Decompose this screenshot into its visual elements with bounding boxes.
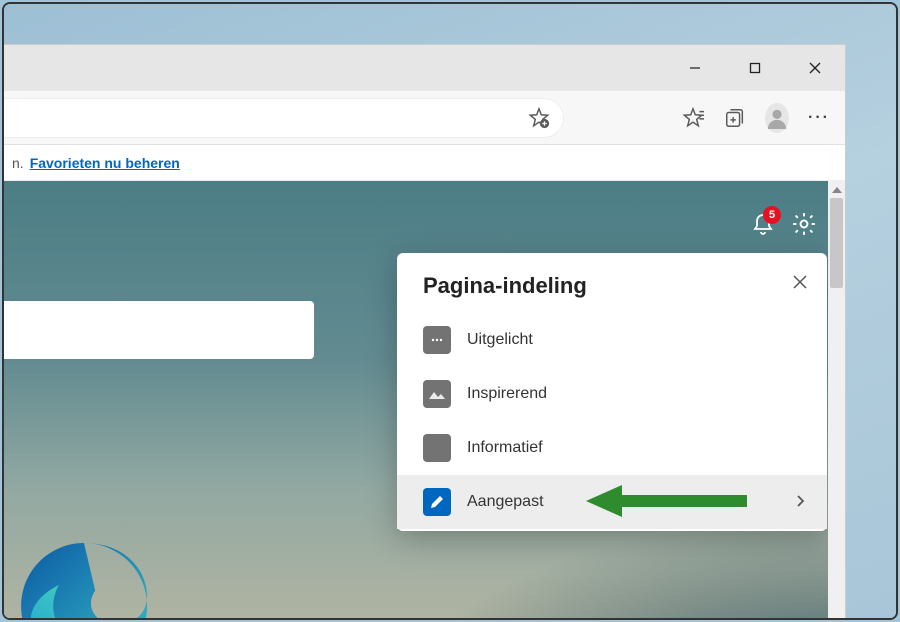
- search-box[interactable]: [4, 301, 314, 359]
- menu-item-label: Inspirerend: [467, 385, 547, 403]
- scroll-up-button[interactable]: [828, 181, 845, 198]
- page-layout-popup: Pagina-indeling Uitgelicht Inspireren: [397, 253, 827, 531]
- collections-icon[interactable]: [723, 106, 747, 130]
- address-bar[interactable]: [4, 98, 564, 138]
- favorites-info-bar: n. Favorieten nu beheren: [4, 145, 845, 181]
- chevron-right-icon: [795, 494, 805, 511]
- layout-option-informative[interactable]: Informatief: [397, 421, 827, 475]
- custom-icon: [423, 488, 451, 516]
- maximize-button[interactable]: [725, 45, 785, 91]
- edge-logo-icon: [14, 536, 154, 620]
- layout-option-custom[interactable]: Aangepast: [397, 475, 827, 529]
- notifications-button[interactable]: 5: [751, 212, 775, 241]
- settings-gear-icon[interactable]: [791, 211, 817, 242]
- layout-option-inspiring[interactable]: Inspirerend: [397, 367, 827, 421]
- menu-more-icon[interactable]: ···: [807, 106, 831, 130]
- new-tab-content: 5: [4, 181, 845, 620]
- window-titlebar: [4, 45, 845, 91]
- featured-icon: [423, 326, 451, 354]
- informative-icon: [423, 434, 451, 462]
- popup-title: Pagina-indeling: [423, 273, 587, 299]
- popup-close-button[interactable]: [791, 273, 809, 296]
- inspiring-icon: [423, 380, 451, 408]
- info-text-fragment: n.: [12, 155, 24, 171]
- minimize-button[interactable]: [665, 45, 725, 91]
- highlight-arrow-icon: [582, 481, 752, 521]
- browser-window: ··· n. Favorieten nu beheren 5: [4, 44, 846, 620]
- manage-favorites-link[interactable]: Favorieten nu beheren: [30, 155, 180, 171]
- vertical-scrollbar[interactable]: [828, 181, 845, 620]
- add-favorite-icon[interactable]: [527, 106, 551, 130]
- favorites-icon[interactable]: [681, 106, 705, 130]
- layout-option-featured[interactable]: Uitgelicht: [397, 313, 827, 367]
- close-window-button[interactable]: [785, 45, 845, 91]
- menu-item-label: Informatief: [467, 439, 543, 457]
- menu-item-label: Uitgelicht: [467, 331, 533, 349]
- scroll-thumb[interactable]: [830, 198, 843, 288]
- profile-button[interactable]: [765, 106, 789, 130]
- notifications-badge: 5: [763, 206, 781, 224]
- browser-toolbar: ···: [4, 91, 845, 145]
- menu-item-label: Aangepast: [467, 493, 544, 511]
